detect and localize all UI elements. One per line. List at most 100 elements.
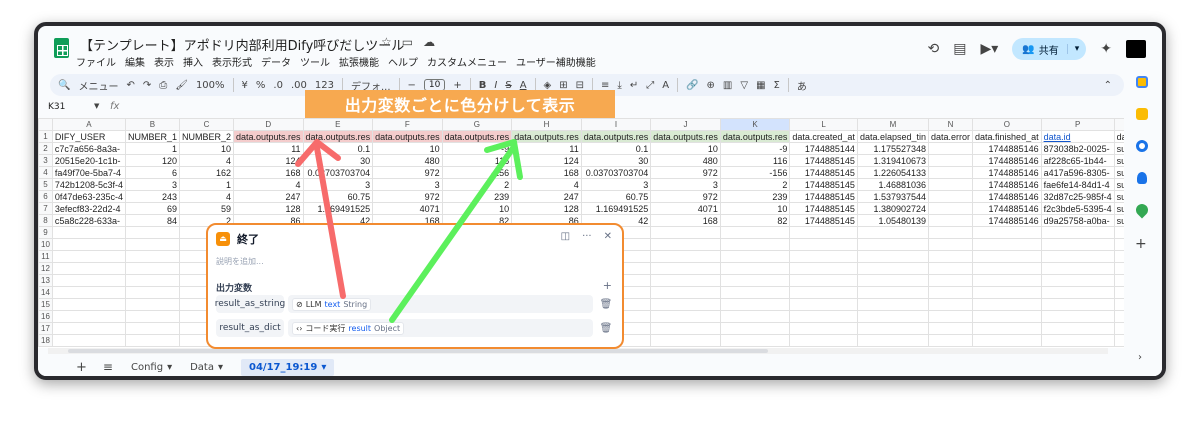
- cell[interactable]: [856, 250, 930, 263]
- cell[interactable]: 1.05480139: [856, 214, 930, 227]
- cell[interactable]: 972: [372, 166, 443, 179]
- dify-end-node[interactable]: ⏏ 終了 ◫ ··· ✕ 説明を追加... 出力変数 + result_as_s…: [206, 223, 624, 349]
- cell[interactable]: 1744885146: [972, 214, 1042, 227]
- cell[interactable]: data.id: [1040, 130, 1115, 143]
- cell[interactable]: [856, 286, 930, 299]
- cell[interactable]: data.outputs.res: [302, 130, 374, 143]
- column-header[interactable]: B: [124, 118, 180, 131]
- cell[interactable]: 82: [719, 214, 791, 227]
- cell[interactable]: 2: [441, 178, 513, 191]
- cell[interactable]: 10: [441, 202, 513, 215]
- cell[interactable]: [1040, 250, 1115, 263]
- row-header[interactable]: 18: [38, 334, 53, 347]
- menu-item[interactable]: データ: [261, 54, 291, 69]
- text-dir-icon[interactable]: A: [662, 80, 669, 91]
- cell[interactable]: [789, 322, 858, 335]
- cell[interactable]: 128: [233, 202, 304, 215]
- cell[interactable]: [51, 250, 126, 263]
- cell[interactable]: [51, 310, 126, 323]
- cell[interactable]: 1744885145: [789, 154, 858, 167]
- cell[interactable]: 1.226054133: [856, 166, 930, 179]
- cell[interactable]: [719, 250, 791, 263]
- cell[interactable]: 3: [124, 178, 180, 191]
- cell[interactable]: DIFY_USER: [51, 130, 126, 143]
- cell[interactable]: 60.75: [580, 190, 652, 203]
- column-header[interactable]: D: [233, 118, 304, 131]
- cell[interactable]: 1.319410673: [856, 154, 930, 167]
- cell[interactable]: 6: [124, 166, 180, 179]
- cell[interactable]: data.outputs.res: [441, 130, 513, 143]
- cell[interactable]: 84: [124, 214, 180, 227]
- history-icon[interactable]: ⟲: [928, 41, 940, 57]
- cell[interactable]: 120: [124, 154, 180, 167]
- scrollbar-thumb[interactable]: [68, 349, 768, 353]
- cell[interactable]: 3: [372, 178, 443, 191]
- cell[interactable]: c7c7a656-8a3a-: [51, 142, 126, 155]
- link-icon[interactable]: 🔗: [686, 80, 698, 91]
- cell[interactable]: [719, 298, 791, 311]
- cell[interactable]: 1.169491525: [580, 202, 652, 215]
- row-header[interactable]: 6: [38, 190, 53, 203]
- cell[interactable]: [856, 238, 930, 251]
- row-header[interactable]: 17: [38, 322, 53, 335]
- row-header[interactable]: 10: [38, 238, 53, 251]
- name-box[interactable]: K31: [48, 102, 65, 112]
- cell[interactable]: [789, 286, 858, 299]
- cell[interactable]: [650, 286, 721, 299]
- menu-item[interactable]: 挿入: [183, 54, 203, 69]
- filter-views-icon[interactable]: ▦: [756, 80, 765, 91]
- fill-color-icon[interactable]: ◈: [544, 80, 552, 91]
- function-icon[interactable]: Σ: [774, 80, 780, 91]
- column-header[interactable]: H: [511, 118, 582, 131]
- cell[interactable]: NUMBER_1: [124, 130, 180, 143]
- cell[interactable]: [650, 274, 721, 287]
- redo-icon[interactable]: ↷: [143, 80, 151, 91]
- currency-button[interactable]: ¥: [242, 80, 248, 91]
- cell[interactable]: 3: [302, 178, 374, 191]
- column-header[interactable]: O: [972, 118, 1042, 131]
- cell[interactable]: 4: [511, 178, 582, 191]
- cell[interactable]: 1.175527348: [856, 142, 930, 155]
- meet-icon[interactable]: ▶▾: [980, 41, 998, 57]
- cell[interactable]: 1.46881036: [856, 178, 930, 191]
- cell[interactable]: [972, 238, 1042, 251]
- paint-format-icon[interactable]: 🖌: [175, 80, 188, 91]
- collapse-toolbar-icon[interactable]: ⌃: [1104, 80, 1112, 91]
- cell[interactable]: d9a25758-a0ba-: [1040, 214, 1115, 227]
- contacts-icon[interactable]: [1137, 172, 1147, 184]
- cell[interactable]: [856, 334, 930, 347]
- bold-icon[interactable]: B: [479, 80, 487, 91]
- cell[interactable]: [124, 322, 180, 335]
- cell[interactable]: 0.03703703704: [580, 166, 652, 179]
- cell[interactable]: data.outputs.res: [719, 130, 791, 143]
- cell[interactable]: 4: [233, 178, 304, 191]
- cell[interactable]: [789, 250, 858, 263]
- cell[interactable]: [789, 274, 858, 287]
- menu-item[interactable]: 表示: [154, 54, 174, 69]
- cell[interactable]: [972, 334, 1042, 347]
- cell[interactable]: [789, 238, 858, 251]
- cell[interactable]: NUMBER_2: [178, 130, 235, 143]
- cell[interactable]: 3: [650, 178, 721, 191]
- row-header[interactable]: 15: [38, 298, 53, 311]
- cell[interactable]: [1040, 322, 1115, 335]
- cell[interactable]: 30: [302, 154, 374, 167]
- cell[interactable]: 480: [372, 154, 443, 167]
- cell[interactable]: 873038b2-0025-: [1040, 142, 1115, 155]
- all-sheets-icon[interactable]: ≡: [103, 360, 113, 374]
- cell[interactable]: [972, 226, 1042, 239]
- cell[interactable]: 4: [178, 190, 235, 203]
- cell[interactable]: [650, 298, 721, 311]
- cell[interactable]: 10: [178, 142, 235, 155]
- cell[interactable]: [972, 250, 1042, 263]
- more-icon[interactable]: ···: [582, 231, 592, 242]
- tab-config[interactable]: Config ▾: [131, 362, 172, 373]
- cell[interactable]: 10: [719, 202, 791, 215]
- cell[interactable]: [1040, 238, 1115, 251]
- menu-item[interactable]: ヘルプ: [388, 54, 418, 69]
- chevron-down-icon[interactable]: ▾: [1066, 44, 1087, 54]
- cell[interactable]: [927, 334, 974, 347]
- cell[interactable]: [856, 298, 930, 311]
- cell[interactable]: -156: [719, 166, 791, 179]
- cell[interactable]: [972, 286, 1042, 299]
